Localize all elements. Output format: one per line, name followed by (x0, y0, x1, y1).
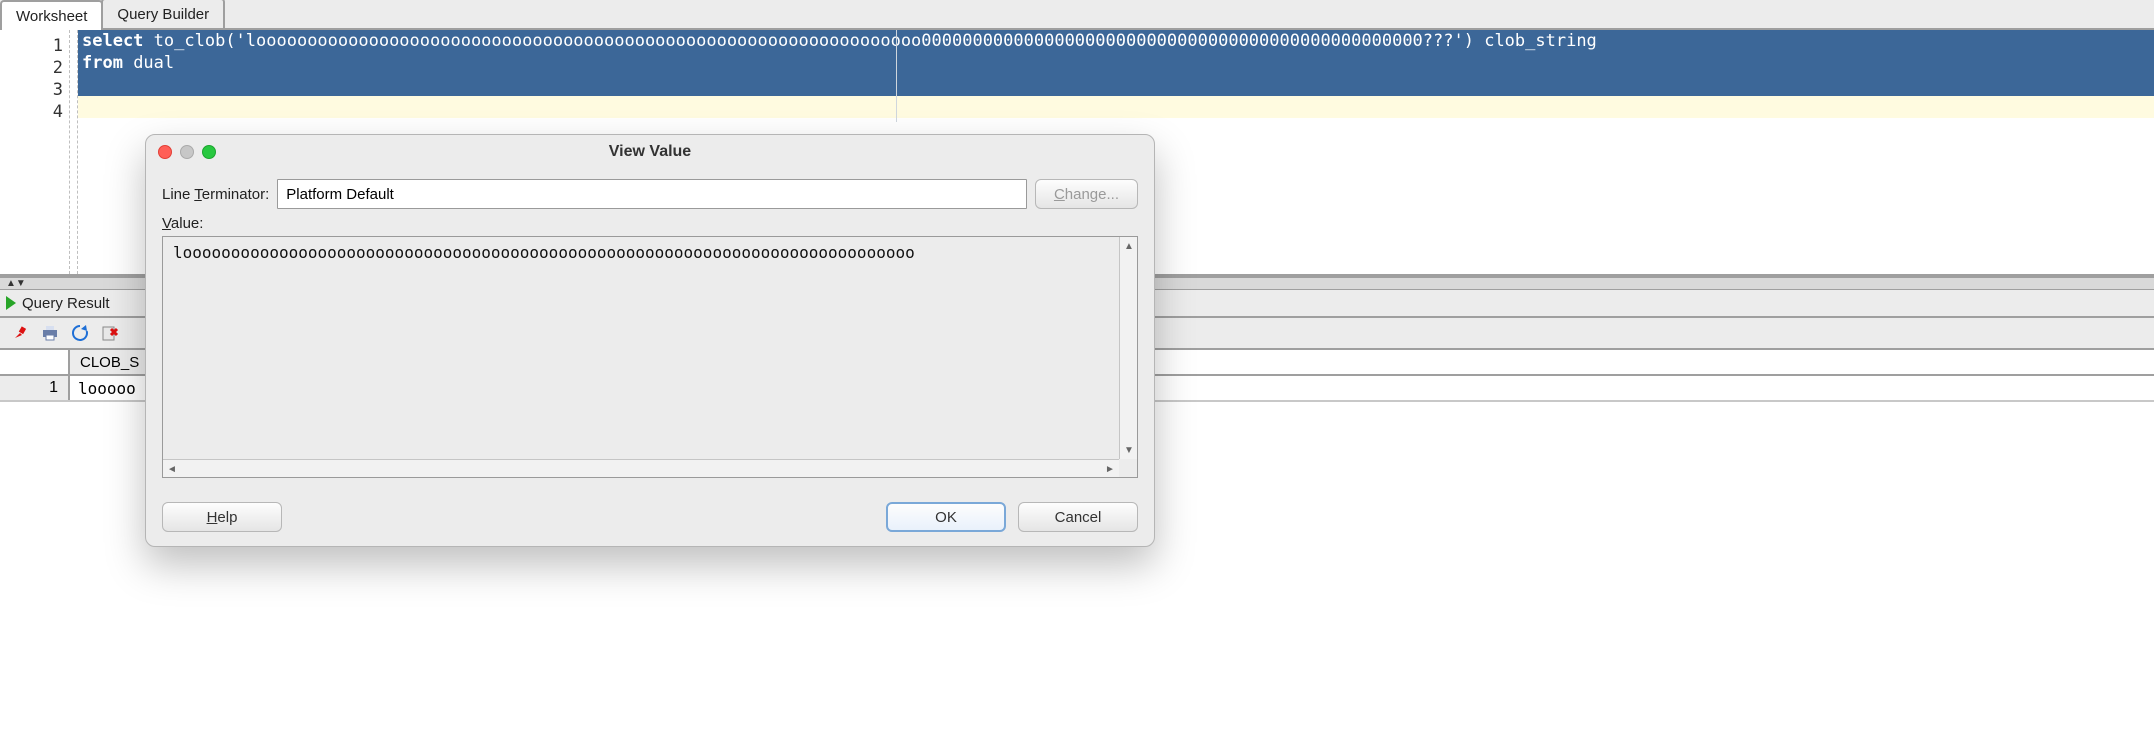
identifier: dual (123, 53, 174, 73)
minimize-icon[interactable] (180, 145, 194, 159)
scroll-left-icon[interactable]: ◄ (163, 460, 181, 478)
line-number: 1 (0, 35, 63, 57)
scroll-right-icon[interactable]: ► (1101, 460, 1119, 478)
ok-button[interactable]: OK (886, 502, 1006, 532)
fold-margin (70, 30, 78, 274)
row-number-header (0, 350, 70, 374)
keyword: select (82, 31, 143, 51)
tab-worksheet-label: Worksheet (16, 8, 87, 25)
editor-tabbar: Worksheet Query Builder (0, 0, 2154, 30)
code-line-2[interactable]: from dual (78, 52, 2154, 74)
row-number: 1 (0, 376, 70, 400)
line-number: 4 (0, 101, 63, 123)
window-controls (158, 145, 216, 159)
close-icon[interactable] (158, 145, 172, 159)
results-tab-label[interactable]: Query Result (22, 295, 110, 312)
play-icon (6, 296, 16, 310)
line-terminator-label: Line Terminator: (162, 186, 269, 203)
help-button[interactable]: Help (162, 502, 282, 532)
pin-icon[interactable] (10, 323, 30, 343)
horizontal-scrollbar[interactable]: ◄ ► (163, 459, 1119, 477)
view-value-dialog: View Value Line Terminator: Change... Va… (145, 134, 1155, 547)
change-button[interactable]: Change... (1035, 179, 1138, 209)
code-line-3[interactable] (78, 74, 2154, 96)
code-line-4[interactable] (78, 96, 2154, 118)
dialog-body: Line Terminator: Change... Value: looooo… (146, 169, 1154, 478)
line-number: 3 (0, 79, 63, 101)
dialog-titlebar[interactable]: View Value (146, 135, 1154, 169)
line-terminator-input[interactable] (277, 179, 1027, 209)
tab-worksheet[interactable]: Worksheet (0, 0, 103, 30)
tab-query-builder[interactable]: Query Builder (101, 0, 225, 28)
cancel-button[interactable]: Cancel (1018, 502, 1138, 532)
zoom-icon[interactable] (202, 145, 216, 159)
keyword: from (82, 53, 123, 73)
refresh-icon[interactable] (70, 323, 90, 343)
code-line-1[interactable]: select to_clob('looooooooooooooooooooooo… (78, 30, 2154, 52)
dialog-footer: Help OK Cancel (162, 502, 1138, 532)
vertical-scrollbar[interactable]: ▲ ▼ (1119, 237, 1137, 459)
scroll-up-icon[interactable]: ▲ (1120, 237, 1138, 255)
wrap-guide (896, 30, 897, 122)
column-header-label: CLOB_S (80, 354, 139, 371)
string-literal: ('looooooooooooooooooooooooooooooooooooo… (225, 31, 1474, 51)
print-icon[interactable] (40, 323, 60, 343)
alias: clob_string (1474, 31, 1597, 51)
line-number: 2 (0, 57, 63, 79)
value-textarea[interactable]: looooooooooooooooooooooooooooooooooooooo… (162, 236, 1138, 478)
tab-query-builder-label: Query Builder (117, 6, 209, 23)
delete-icon[interactable] (100, 323, 120, 343)
line-number-gutter: 1 2 3 4 (0, 30, 70, 274)
value-label: Value: (162, 215, 1138, 232)
func: to_clob (143, 31, 225, 51)
value-text[interactable]: looooooooooooooooooooooooooooooooooooooo… (163, 237, 1119, 459)
dialog-title: View Value (146, 143, 1154, 161)
scroll-down-icon[interactable]: ▼ (1120, 441, 1138, 459)
